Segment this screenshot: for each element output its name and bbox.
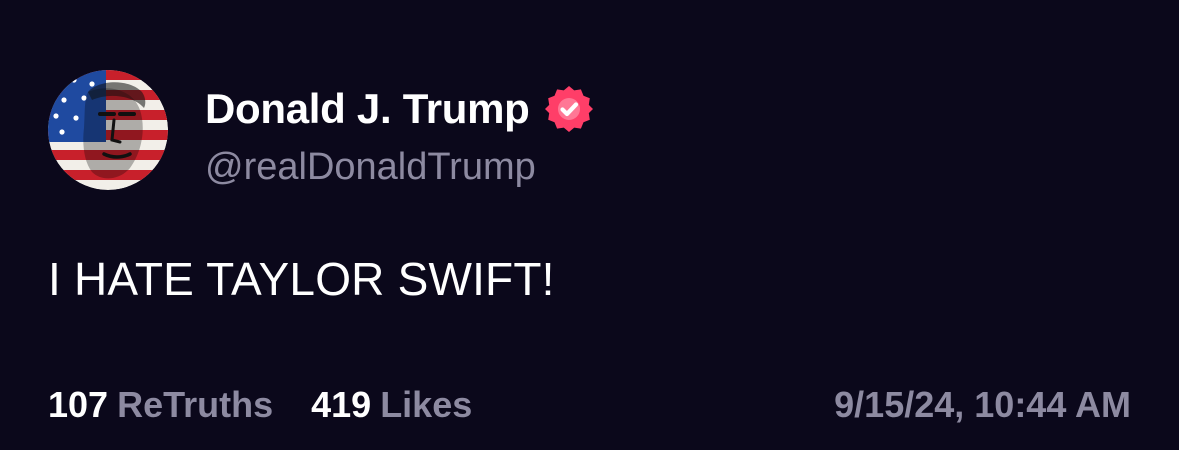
verified-badge-icon xyxy=(544,84,594,134)
likes-label: Likes xyxy=(380,384,473,425)
author-handle[interactable]: @realDonaldTrump xyxy=(205,146,594,189)
truth-post: Donald J. Trump @realDonaldTrump I HATE … xyxy=(0,0,1179,450)
post-author: Donald J. Trump @realDonaldTrump xyxy=(205,82,594,189)
author-display-name[interactable]: Donald J. Trump xyxy=(205,85,530,133)
retruths-label: ReTruths xyxy=(117,384,274,425)
likes-count: 419 xyxy=(311,384,372,425)
post-timestamp: 9/15/24, 10:44 AM xyxy=(834,384,1131,425)
author-name-row: Donald J. Trump xyxy=(205,82,594,136)
profile-avatar[interactable] xyxy=(48,70,168,190)
post-text: I HATE TAYLOR SWIFT! xyxy=(48,253,555,305)
retruths-stat[interactable]: 107 ReTruths xyxy=(48,384,273,426)
retruths-count: 107 xyxy=(48,384,109,425)
likes-stat[interactable]: 419 Likes xyxy=(311,384,472,426)
post-stats: 107 ReTruths 419 Likes xyxy=(48,384,472,426)
avatar-image xyxy=(48,70,168,190)
